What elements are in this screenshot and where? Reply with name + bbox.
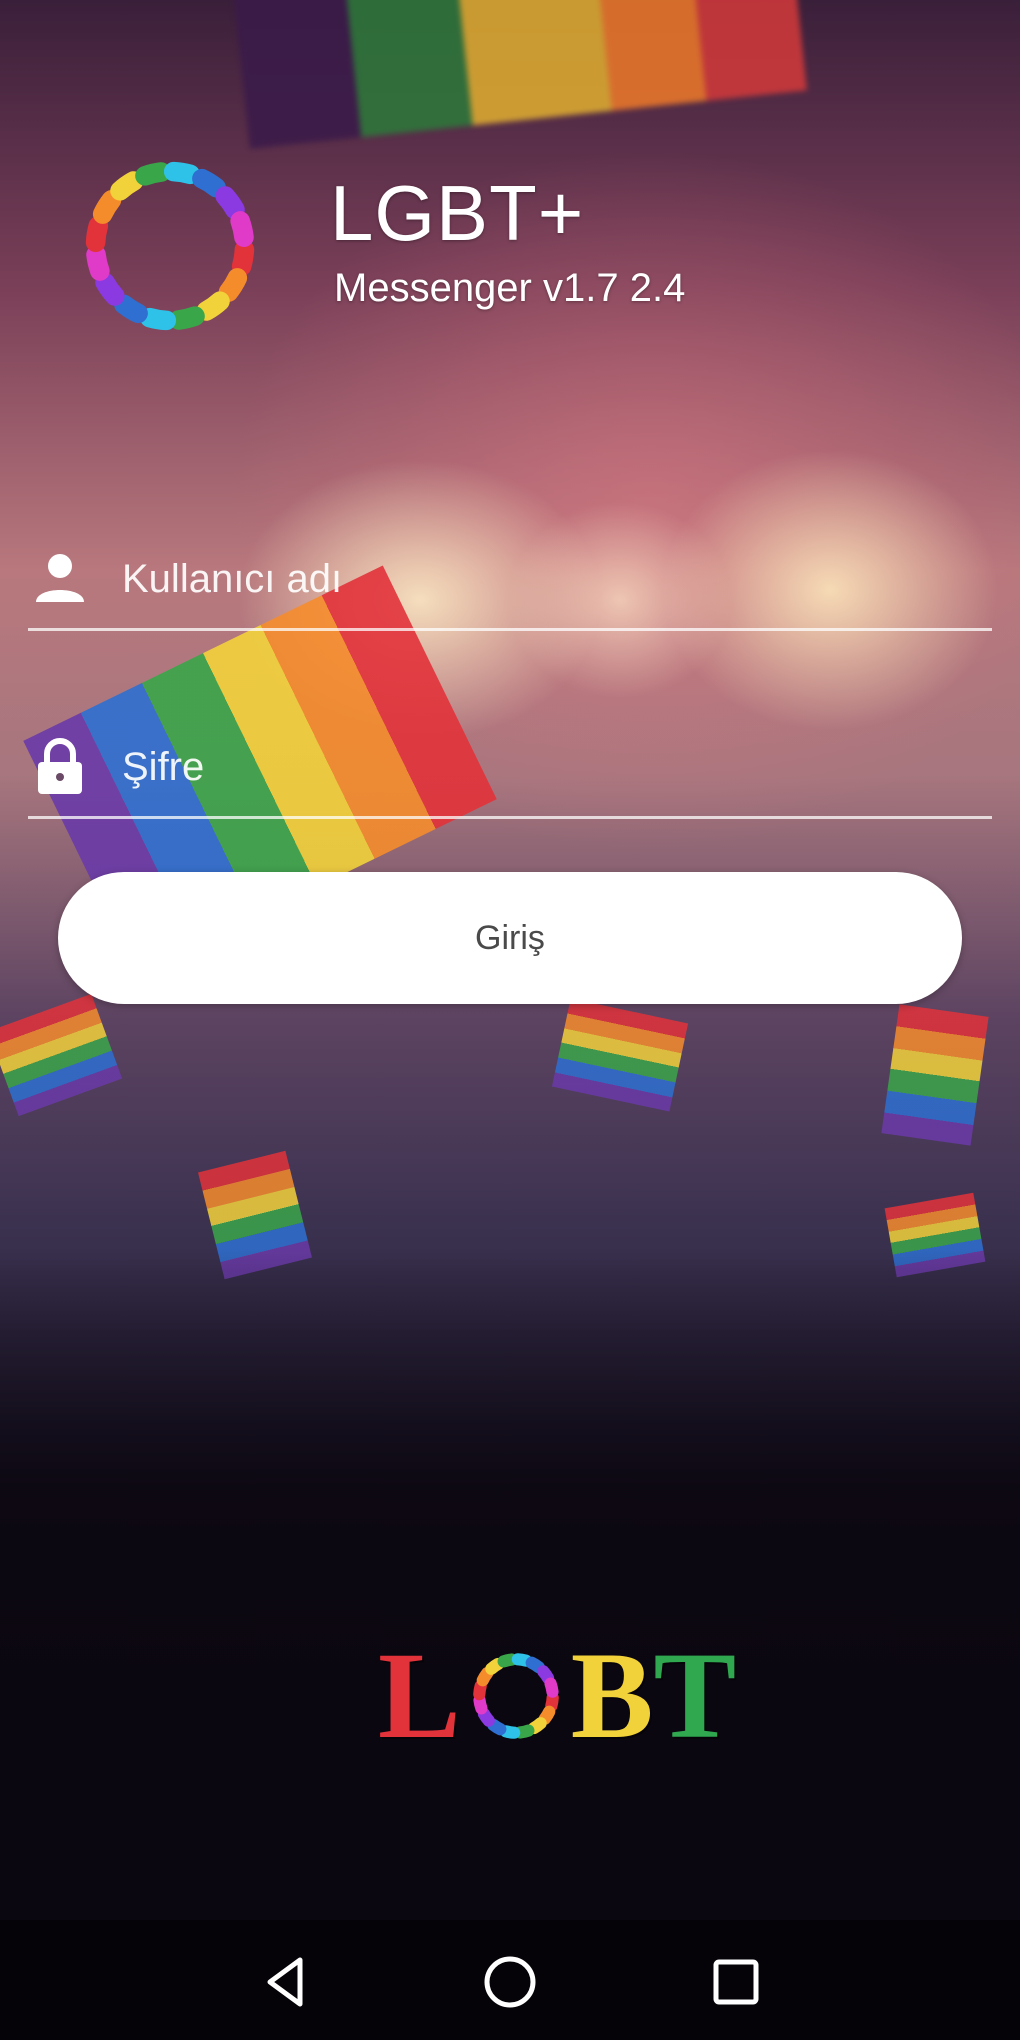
ring-segment xyxy=(196,291,230,321)
footer-logo-letter-b: B xyxy=(570,1627,654,1764)
ring-segment xyxy=(525,1656,545,1674)
rainbow-ring-logo xyxy=(85,161,255,331)
home-button[interactable] xyxy=(478,1950,542,2014)
ring-segment xyxy=(230,211,254,248)
person-icon xyxy=(36,554,84,602)
ring-segment xyxy=(486,1718,507,1736)
ring-segment xyxy=(511,1653,532,1667)
password-underline xyxy=(28,816,992,819)
app-header: LGBT+ Messenger v1.7 2.4 xyxy=(0,0,1020,360)
ring-segment xyxy=(497,1653,518,1668)
lock-icon xyxy=(38,738,82,794)
ring-segment xyxy=(544,1677,559,1698)
ring-segment xyxy=(139,307,177,331)
ring-segment xyxy=(92,190,122,224)
username-field[interactable] xyxy=(28,530,992,640)
ring-segment xyxy=(135,162,172,186)
rainbow-flag-small xyxy=(551,998,689,1112)
ring-segment xyxy=(86,244,110,281)
footer-logo-letter-l: L xyxy=(378,1627,461,1764)
ring-segment xyxy=(231,239,255,277)
login-button[interactable]: Giriş xyxy=(58,872,962,1004)
password-field[interactable] xyxy=(28,718,992,828)
ring-segment xyxy=(538,1705,556,1725)
ring-segment xyxy=(544,1691,559,1713)
username-underline xyxy=(28,628,992,631)
recents-button[interactable] xyxy=(704,1950,768,2014)
ring-segment xyxy=(527,1717,547,1735)
ring-segment xyxy=(85,215,109,253)
ring-segment xyxy=(192,168,226,198)
ring-segment xyxy=(95,272,125,306)
ring-segment xyxy=(477,1707,495,1727)
footer-logo: L B T xyxy=(378,1627,737,1764)
back-button[interactable] xyxy=(254,1950,318,2014)
ring-segment xyxy=(110,171,144,201)
home-circle-icon xyxy=(484,1956,536,2008)
ring-segment xyxy=(168,306,205,330)
system-navigation-bar xyxy=(0,1920,1020,2040)
ring-segment xyxy=(484,1657,504,1675)
rainbow-flag-small xyxy=(0,993,123,1117)
password-input[interactable] xyxy=(120,726,984,808)
back-triangle-icon xyxy=(267,1957,303,2007)
ring-segment xyxy=(536,1665,554,1685)
ring-segment xyxy=(513,1724,535,1739)
ring-segment xyxy=(218,268,248,302)
ring-segment xyxy=(215,186,245,220)
ring-segment xyxy=(499,1725,521,1739)
ring-segment xyxy=(163,161,201,185)
rainbow-flag-small xyxy=(881,1004,989,1146)
app-title: LGBT+ xyxy=(330,169,585,257)
username-input[interactable] xyxy=(120,538,984,620)
ring-segment xyxy=(114,294,148,324)
ring-segment xyxy=(476,1667,494,1687)
rainbow-ring-logo xyxy=(472,1653,559,1739)
ring-segment xyxy=(472,1679,487,1701)
footer-logo-letter-t: T xyxy=(653,1627,737,1764)
recents-square-icon xyxy=(713,1959,759,2005)
ring-segment xyxy=(473,1694,488,1715)
app-subtitle: Messenger v1.7 2.4 xyxy=(334,266,686,310)
